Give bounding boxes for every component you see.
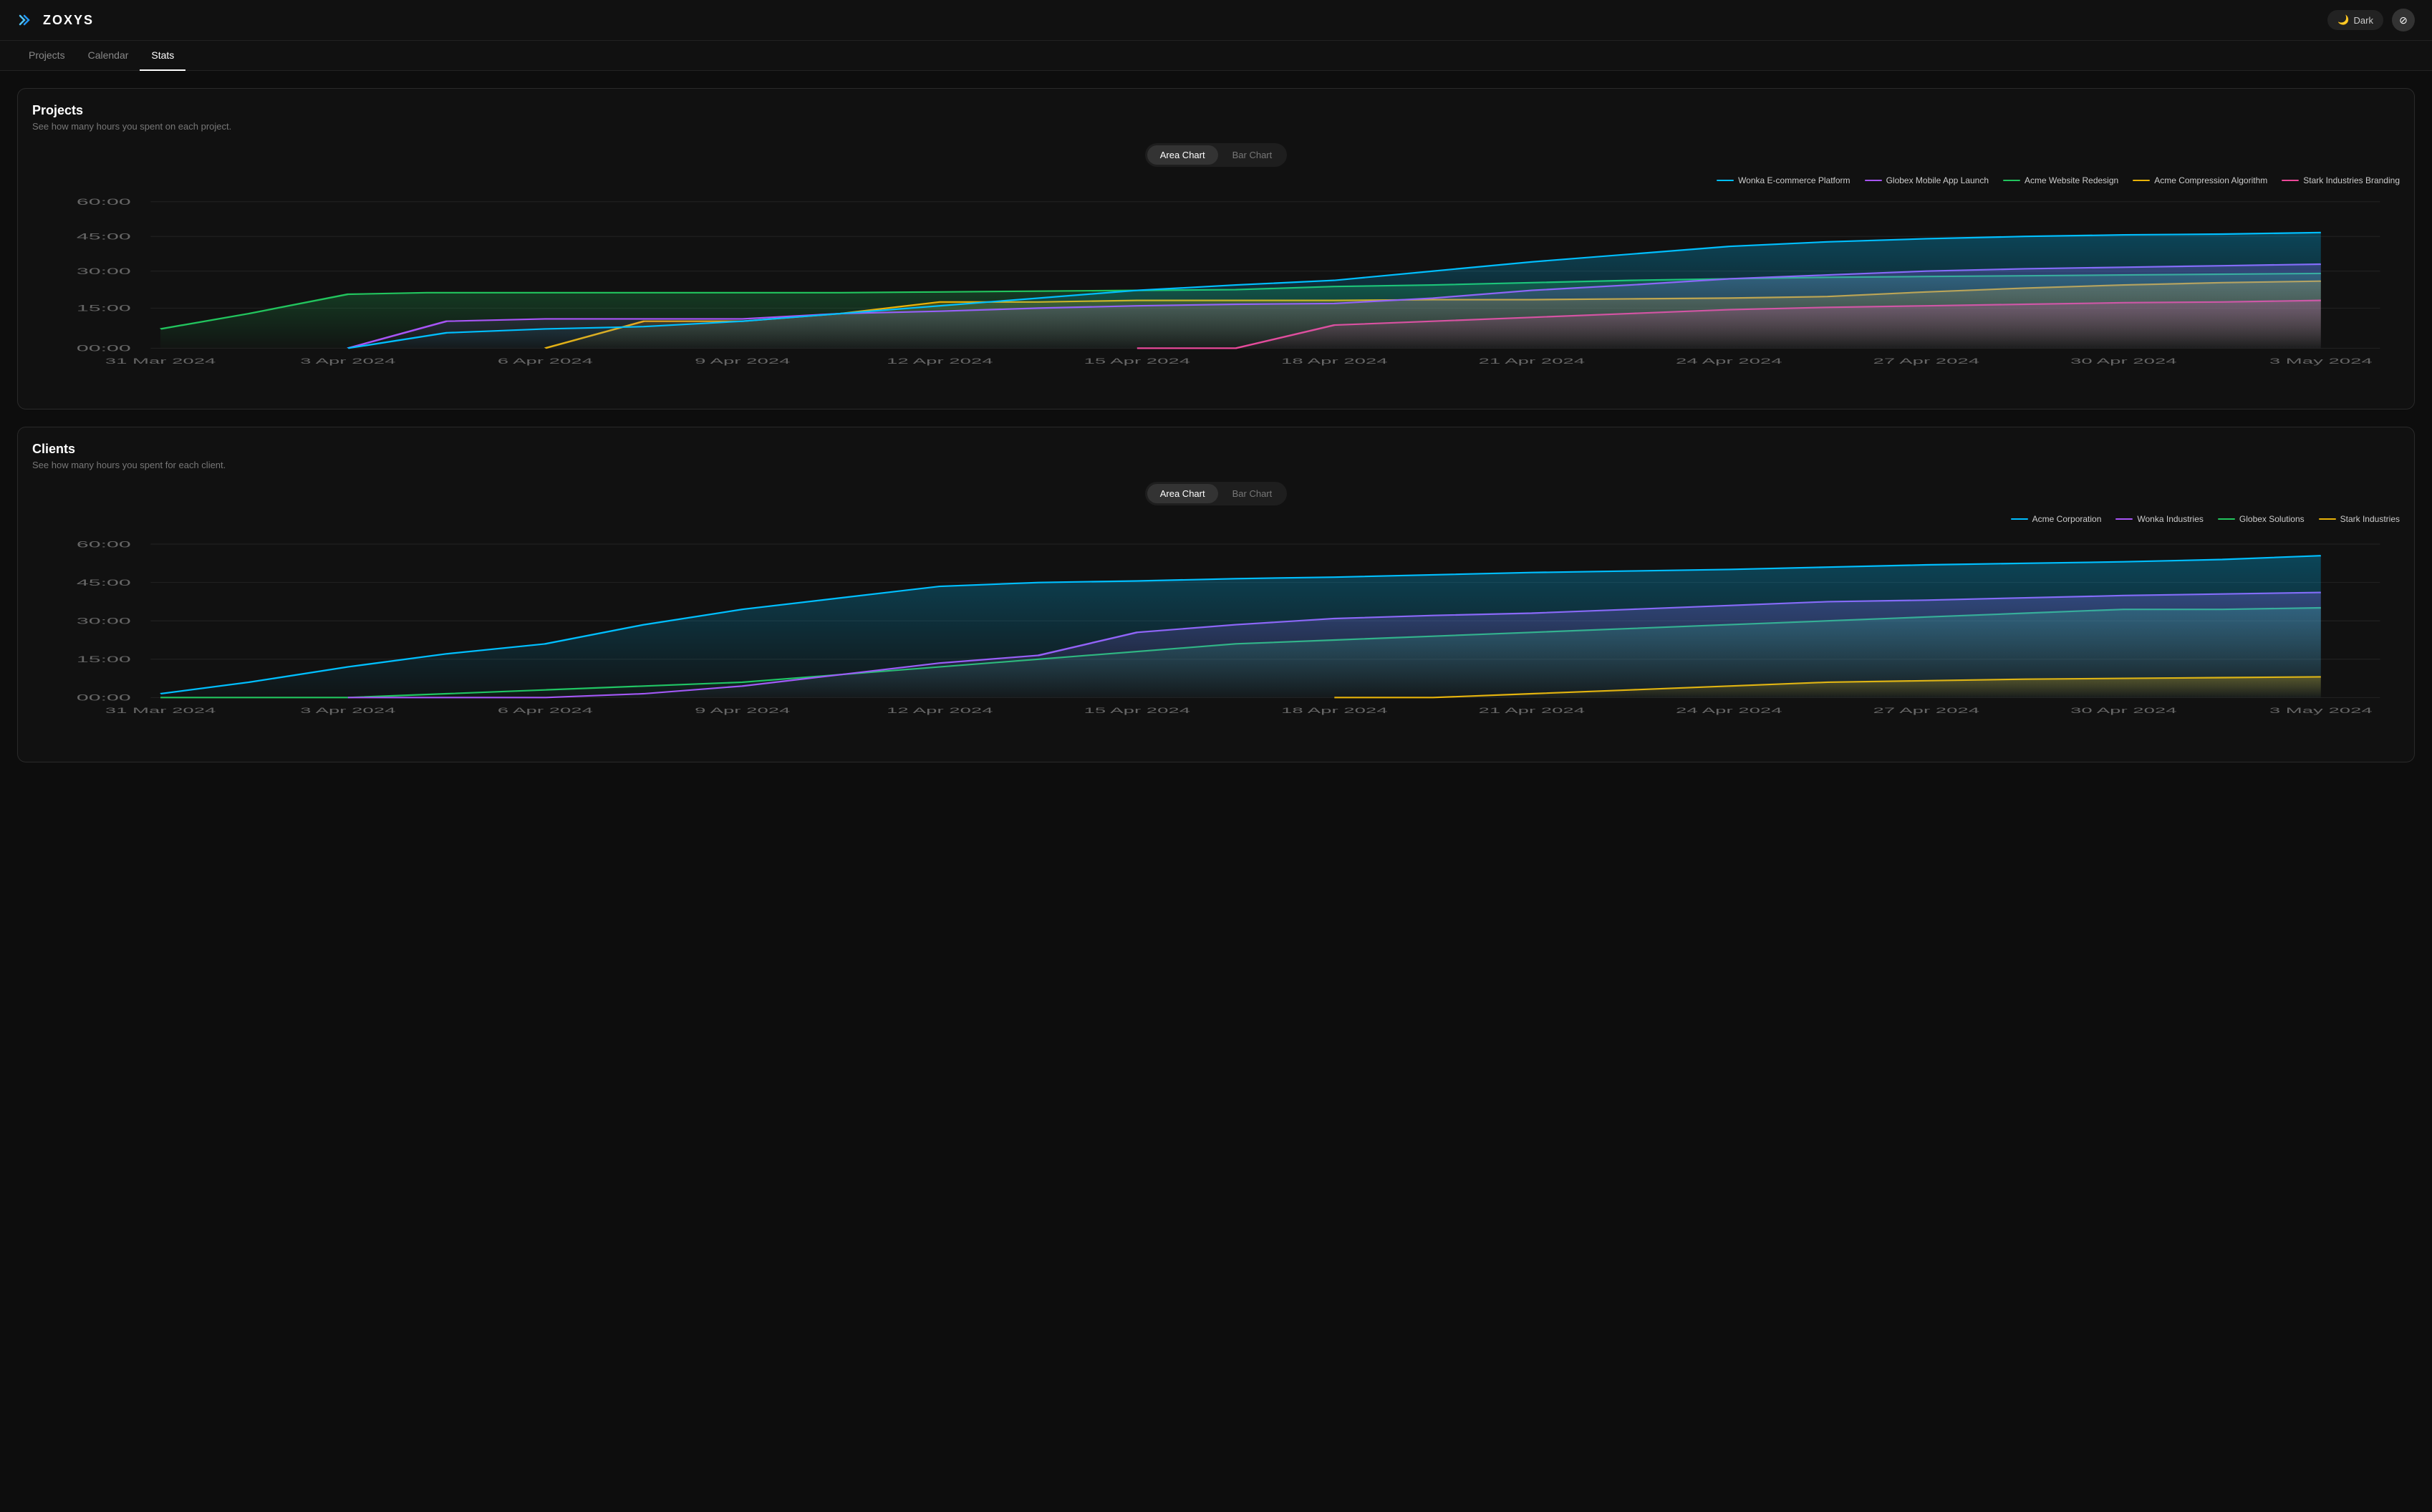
clients-area-chart-button[interactable]: Area Chart bbox=[1147, 484, 1218, 503]
svg-text:15 Apr 2024: 15 Apr 2024 bbox=[1084, 707, 1191, 715]
app-header: ZOXYS 🌙 Dark ⊘ bbox=[0, 0, 2432, 41]
svg-text:9 Apr 2024: 9 Apr 2024 bbox=[695, 707, 790, 715]
legend-item-stark-ind: Stark Industries bbox=[2319, 514, 2400, 524]
legend-line-stark bbox=[2282, 180, 2299, 181]
svg-text:31 Mar 2024: 31 Mar 2024 bbox=[105, 707, 216, 715]
main-content: Projects See how many hours you spent on… bbox=[0, 71, 2432, 780]
logo-icon bbox=[17, 10, 37, 30]
legend-line-wonka bbox=[1717, 180, 1734, 181]
moon-icon: 🌙 bbox=[2337, 14, 2349, 26]
svg-text:6 Apr 2024: 6 Apr 2024 bbox=[498, 357, 594, 366]
legend-item-globex: Globex Mobile App Launch bbox=[1865, 175, 1989, 185]
svg-text:31 Mar 2024: 31 Mar 2024 bbox=[105, 357, 216, 366]
svg-text:30 Apr 2024: 30 Apr 2024 bbox=[2070, 707, 2177, 715]
svg-text:21 Apr 2024: 21 Apr 2024 bbox=[1479, 357, 1586, 366]
svg-text:00:00: 00:00 bbox=[77, 344, 131, 353]
clients-bar-chart-button[interactable]: Bar Chart bbox=[1220, 484, 1285, 503]
clients-subtitle: See how many hours you spent for each cl… bbox=[32, 460, 2400, 470]
app-name: ZOXYS bbox=[43, 13, 94, 28]
svg-text:12 Apr 2024: 12 Apr 2024 bbox=[887, 357, 993, 366]
svg-text:15:00: 15:00 bbox=[77, 304, 131, 313]
svg-text:9 Apr 2024: 9 Apr 2024 bbox=[695, 357, 791, 366]
legend-line-acme-corp bbox=[2011, 518, 2028, 520]
nav-item-projects[interactable]: Projects bbox=[17, 41, 77, 71]
app-logo: ZOXYS bbox=[17, 10, 94, 30]
legend-label-wonka: Wonka E-commerce Platform bbox=[1738, 175, 1850, 185]
clients-toggle-group: Area Chart Bar Chart bbox=[1145, 482, 1288, 505]
svg-text:60:00: 60:00 bbox=[77, 197, 131, 206]
svg-text:3 May 2024: 3 May 2024 bbox=[2269, 707, 2373, 715]
svg-text:27 Apr 2024: 27 Apr 2024 bbox=[1873, 707, 1980, 715]
legend-line-wonka-ind bbox=[2115, 518, 2133, 520]
clients-chart-svg: 60:00 45:00 30:00 15:00 00:00 31 Mar 202… bbox=[32, 533, 2400, 747]
svg-text:21 Apr 2024: 21 Apr 2024 bbox=[1479, 707, 1586, 715]
svg-text:24 Apr 2024: 24 Apr 2024 bbox=[1676, 707, 1782, 715]
legend-line-globex-sol bbox=[2218, 518, 2235, 520]
svg-text:60:00: 60:00 bbox=[77, 540, 131, 549]
clients-chart: 60:00 45:00 30:00 15:00 00:00 31 Mar 202… bbox=[32, 533, 2400, 747]
svg-text:30 Apr 2024: 30 Apr 2024 bbox=[2070, 357, 2177, 366]
svg-text:27 Apr 2024: 27 Apr 2024 bbox=[1873, 357, 1980, 366]
projects-subtitle: See how many hours you spent on each pro… bbox=[32, 121, 2400, 132]
dark-mode-button[interactable]: 🌙 Dark bbox=[2327, 10, 2383, 30]
svg-text:12 Apr 2024: 12 Apr 2024 bbox=[887, 707, 993, 715]
legend-item-acme-comp: Acme Compression Algorithm bbox=[2133, 175, 2267, 185]
projects-chart-toggle: Area Chart Bar Chart bbox=[32, 143, 2400, 167]
svg-text:3 Apr 2024: 3 Apr 2024 bbox=[300, 357, 396, 366]
legend-line-acme-comp bbox=[2133, 180, 2150, 181]
legend-label-acme-web: Acme Website Redesign bbox=[2025, 175, 2118, 185]
legend-label-acme-corp: Acme Corporation bbox=[2032, 514, 2102, 524]
clients-title: Clients bbox=[32, 442, 2400, 457]
svg-text:15:00: 15:00 bbox=[77, 654, 131, 664]
clients-chart-toggle: Area Chart Bar Chart bbox=[32, 482, 2400, 505]
nav-item-stats[interactable]: Stats bbox=[140, 41, 185, 71]
legend-label-stark-ind: Stark Industries bbox=[2340, 514, 2400, 524]
legend-item-wonka-ind: Wonka Industries bbox=[2115, 514, 2204, 524]
svg-text:30:00: 30:00 bbox=[77, 616, 131, 626]
svg-text:3 May 2024: 3 May 2024 bbox=[2269, 357, 2373, 366]
nav-item-calendar[interactable]: Calendar bbox=[77, 41, 140, 71]
legend-item-wonka: Wonka E-commerce Platform bbox=[1717, 175, 1850, 185]
projects-bar-chart-button[interactable]: Bar Chart bbox=[1220, 145, 1285, 165]
legend-label-stark: Stark Industries Branding bbox=[2303, 175, 2400, 185]
svg-text:00:00: 00:00 bbox=[77, 693, 131, 702]
svg-text:6 Apr 2024: 6 Apr 2024 bbox=[498, 707, 593, 715]
legend-line-globex bbox=[1865, 180, 1882, 181]
slash-icon: ⊘ bbox=[2399, 14, 2408, 26]
legend-label-globex-sol: Globex Solutions bbox=[2239, 514, 2305, 524]
svg-text:45:00: 45:00 bbox=[77, 232, 131, 241]
svg-text:18 Apr 2024: 18 Apr 2024 bbox=[1281, 357, 1388, 366]
legend-item-stark: Stark Industries Branding bbox=[2282, 175, 2400, 185]
legend-label-wonka-ind: Wonka Industries bbox=[2137, 514, 2204, 524]
projects-chart-svg: 60:00 45:00 30:00 15:00 00:00 31 Mar 202… bbox=[32, 194, 2400, 394]
header-actions: 🌙 Dark ⊘ bbox=[2327, 9, 2415, 32]
clients-legend: Acme Corporation Wonka Industries Globex… bbox=[32, 514, 2400, 524]
svg-text:30:00: 30:00 bbox=[77, 266, 131, 276]
projects-area-chart-button[interactable]: Area Chart bbox=[1147, 145, 1218, 165]
svg-text:45:00: 45:00 bbox=[77, 578, 131, 587]
main-nav: Projects Calendar Stats bbox=[0, 41, 2432, 71]
settings-button[interactable]: ⊘ bbox=[2392, 9, 2415, 32]
projects-legend: Wonka E-commerce Platform Globex Mobile … bbox=[32, 175, 2400, 185]
projects-title: Projects bbox=[32, 103, 2400, 118]
svg-text:15 Apr 2024: 15 Apr 2024 bbox=[1084, 357, 1191, 366]
legend-label-acme-comp: Acme Compression Algorithm bbox=[2154, 175, 2267, 185]
projects-card: Projects See how many hours you spent on… bbox=[17, 88, 2415, 410]
legend-item-acme-web: Acme Website Redesign bbox=[2003, 175, 2118, 185]
clients-card: Clients See how many hours you spent for… bbox=[17, 427, 2415, 762]
projects-toggle-group: Area Chart Bar Chart bbox=[1145, 143, 1288, 167]
legend-label-globex: Globex Mobile App Launch bbox=[1886, 175, 1989, 185]
legend-item-globex-sol: Globex Solutions bbox=[2218, 514, 2305, 524]
legend-line-acme-web bbox=[2003, 180, 2020, 181]
legend-item-acme-corp: Acme Corporation bbox=[2011, 514, 2102, 524]
projects-chart: 60:00 45:00 30:00 15:00 00:00 31 Mar 202… bbox=[32, 194, 2400, 394]
legend-line-stark-ind bbox=[2319, 518, 2336, 520]
svg-text:3 Apr 2024: 3 Apr 2024 bbox=[300, 707, 395, 715]
svg-text:18 Apr 2024: 18 Apr 2024 bbox=[1281, 707, 1388, 715]
svg-text:24 Apr 2024: 24 Apr 2024 bbox=[1676, 357, 1782, 366]
dark-mode-label: Dark bbox=[2354, 15, 2373, 26]
